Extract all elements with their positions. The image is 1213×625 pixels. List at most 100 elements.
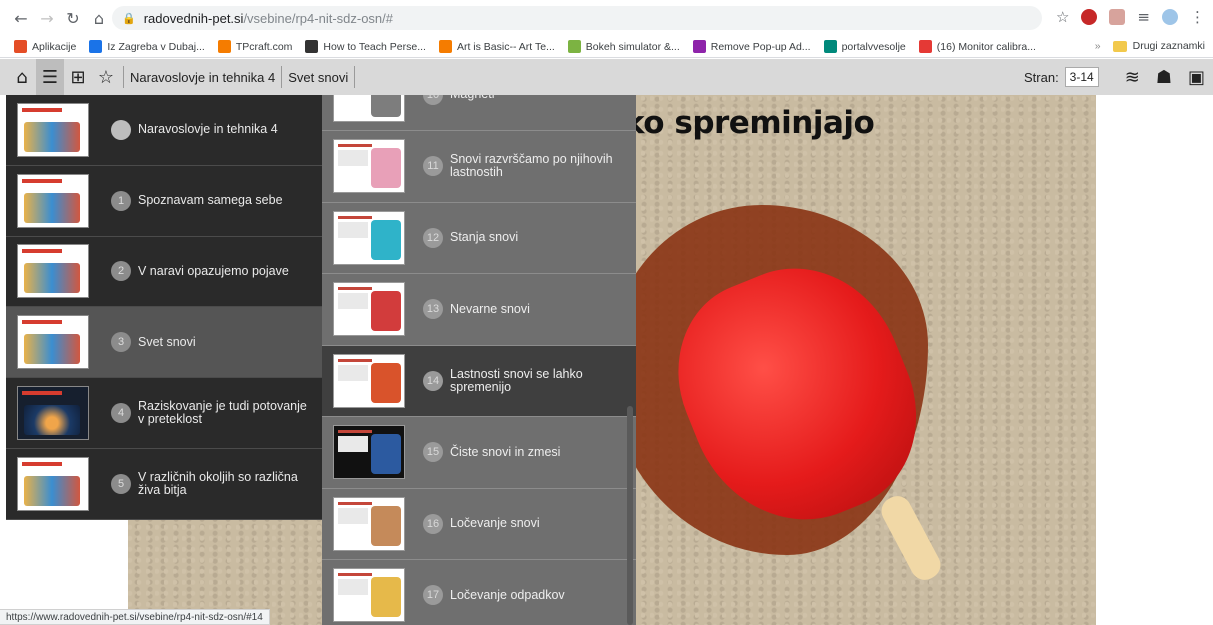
section-item[interactable]: 11 Snovi razvrščamo po njihovih lastnosti…	[322, 131, 636, 203]
bookmark-favicon-icon	[14, 40, 27, 53]
chapter-thumbnail	[17, 315, 89, 370]
toolbar-right-actions: ≋ ☗ ▣	[1125, 59, 1205, 95]
section-item[interactable]: 12 Stanja snovi	[322, 203, 636, 274]
forward-icon[interactable]: →	[36, 9, 58, 28]
thumbnail-title-bar	[22, 461, 62, 466]
bookmark-item[interactable]: Aplikacije	[14, 40, 76, 53]
chapter-item[interactable]: 1 Spoznavam samega sebe	[6, 166, 322, 237]
bookmark-favicon-icon	[567, 40, 581, 53]
pdf-extension-icon[interactable]	[1109, 9, 1126, 25]
thumbnail-title-bar	[22, 178, 62, 183]
chapter-item[interactable]: 3 Svet snovi	[6, 307, 322, 379]
bookmark-label: TPcraft.com	[235, 40, 293, 53]
home-icon[interactable]: ⌂	[88, 9, 110, 28]
section-thumbnail	[333, 282, 405, 337]
profile-avatar[interactable]	[1162, 9, 1178, 25]
chapter-thumbnail	[17, 173, 89, 228]
section-thumbnail	[333, 496, 405, 551]
reading-list-icon[interactable]: ≡	[1137, 8, 1150, 26]
bookmark-item[interactable]: Iz Zagreba v Dubaj...	[89, 40, 205, 53]
bookmark-item[interactable]: Bokeh simulator &...	[567, 40, 680, 53]
chapter-item[interactable]: Naravoslovje in tehnika 4	[6, 95, 322, 166]
bookmark-item[interactable]: portalvvesolje	[823, 40, 906, 53]
bookmark-star-icon[interactable]: ☆	[1056, 8, 1069, 26]
section-label: Nevarne snovi	[450, 301, 530, 316]
section-item[interactable]: 15 Čiste snovi in zmesi	[322, 417, 636, 489]
section-thumbnail	[333, 95, 405, 122]
section-thumbnail	[333, 210, 405, 265]
browser-address-bar: ← → ↻ ⌂ 🔒 radovednih-pet.si /vsebine/rp4…	[0, 0, 1213, 36]
section-thumbnail	[333, 568, 405, 623]
bookmarks-overflow-icon[interactable]: »	[1095, 40, 1101, 52]
thumbnail-text-box	[338, 150, 368, 167]
thumbnail-text-box	[338, 579, 368, 596]
section-label: Ločevanje odpadkov	[450, 587, 565, 602]
thumbnail-title-bar	[338, 287, 372, 291]
chapter-thumbnail	[17, 386, 89, 441]
chapter-item[interactable]: 4 Raziskovanje je tudi potovanje v pretek…	[6, 378, 322, 449]
layers-icon[interactable]: ≋	[1125, 67, 1140, 88]
slide-title: ko spreminjajo	[624, 105, 875, 141]
section-menu-scrollbar[interactable]	[627, 406, 633, 625]
bookmark-item[interactable]: TPcraft.com	[217, 40, 293, 53]
bookmark-item[interactable]: Art is Basic-- Art Te...	[438, 40, 555, 53]
section-label: Čiste snovi in zmesi	[450, 444, 561, 459]
section-item[interactable]: 10 Magneti	[322, 95, 636, 131]
ublock-extension-icon[interactable]	[1081, 9, 1098, 25]
sitemap-icon[interactable]: ⊞	[64, 59, 92, 95]
url-host: radovednih-pet.si	[143, 10, 244, 26]
bookmarks-bar: Aplikacije Iz Zagreba v Dubaj... TPcraft.c…	[0, 36, 1213, 58]
divider	[281, 66, 283, 88]
section-number-badge: 17	[423, 585, 443, 606]
thumbnail-illustration	[371, 291, 401, 332]
section-label: Snovi razvrščamo po njihovih lastnostih	[450, 152, 613, 180]
section-item[interactable]: 17 Ločevanje odpadkov	[322, 560, 636, 625]
bookmark-label: Remove Pop-up Ad...	[710, 40, 811, 53]
section-thumbnail	[333, 353, 405, 408]
section-number-badge: 12	[423, 227, 443, 248]
thumbnail-title-bar	[338, 358, 372, 362]
thumbnail-title-bar	[22, 320, 62, 325]
page-label: Stran:	[1024, 69, 1059, 85]
thumbnail-illustration	[24, 263, 80, 294]
thumbnail-title-bar	[338, 501, 372, 505]
divider	[354, 66, 356, 88]
bookmark-label: Iz Zagreba v Dubaj...	[107, 40, 205, 53]
list-icon[interactable]: ☰	[36, 59, 64, 95]
browser-menu-icon[interactable]: ⋮	[1190, 8, 1205, 26]
breadcrumb-chapter[interactable]: Svet snovi	[285, 70, 351, 85]
chapter-menu: Naravoslovje in tehnika 4 1 Spoznavam same…	[6, 95, 322, 520]
bookmark-label: Bokeh simulator &...	[585, 40, 680, 53]
lock-icon: 🔒	[122, 11, 136, 25]
chapter-thumbnail	[17, 102, 89, 157]
thumbnail-text-box	[338, 507, 368, 524]
chapter-item[interactable]: 5 V različnih okoljih so različna živa bi…	[6, 449, 322, 520]
thumbnail-text-box	[338, 221, 368, 238]
bookmark-favicon-icon	[217, 40, 231, 53]
section-item[interactable]: 14 Lastnosti snovi se lahko spremenijo	[322, 345, 636, 417]
toolbox-icon[interactable]: ▣	[1188, 67, 1205, 88]
home-icon[interactable]: ⌂	[8, 59, 36, 95]
url-path: /vsebine/rp4-nit-sdz-osn/#	[243, 10, 394, 26]
breadcrumb-book[interactable]: Naravoslovje in tehnika 4	[127, 70, 278, 85]
chapter-item[interactable]: 2 V naravi opazujemo pojave	[6, 237, 322, 308]
bookmark-favicon-icon	[305, 40, 319, 53]
bookmark-item[interactable]: (16) Monitor calibra...	[918, 40, 1036, 53]
chapter-thumbnail	[17, 244, 89, 299]
section-item[interactable]: 16 Ločevanje snovi	[322, 489, 636, 560]
bookmark-item[interactable]: How to Teach Perse...	[305, 40, 426, 53]
link-status-bubble: https://www.radovednih-pet.si/vsebine/rp…	[0, 609, 270, 625]
sitemap-tree-icon[interactable]: ☗	[1156, 67, 1172, 88]
back-icon[interactable]: ←	[10, 9, 32, 28]
reload-icon[interactable]: ↻	[62, 9, 84, 28]
bookmark-item[interactable]: Remove Pop-up Ad...	[692, 40, 811, 53]
chapter-number-badge: 1	[111, 190, 131, 211]
star-icon[interactable]: ☆	[92, 59, 120, 95]
thumbnail-text-box	[338, 293, 368, 310]
other-bookmarks[interactable]: » Drugi zaznamki	[1095, 40, 1205, 52]
section-menu: 10 Magneti 11 Snovi razvrščamo po njihovih …	[322, 95, 636, 625]
url-field[interactable]: 🔒 radovednih-pet.si /vsebine/rp4-nit-sdz…	[112, 6, 1042, 30]
section-item[interactable]: 13 Nevarne snovi	[322, 274, 636, 346]
page-input[interactable]: 3-14	[1064, 67, 1099, 87]
bookmark-favicon-icon	[438, 40, 452, 53]
